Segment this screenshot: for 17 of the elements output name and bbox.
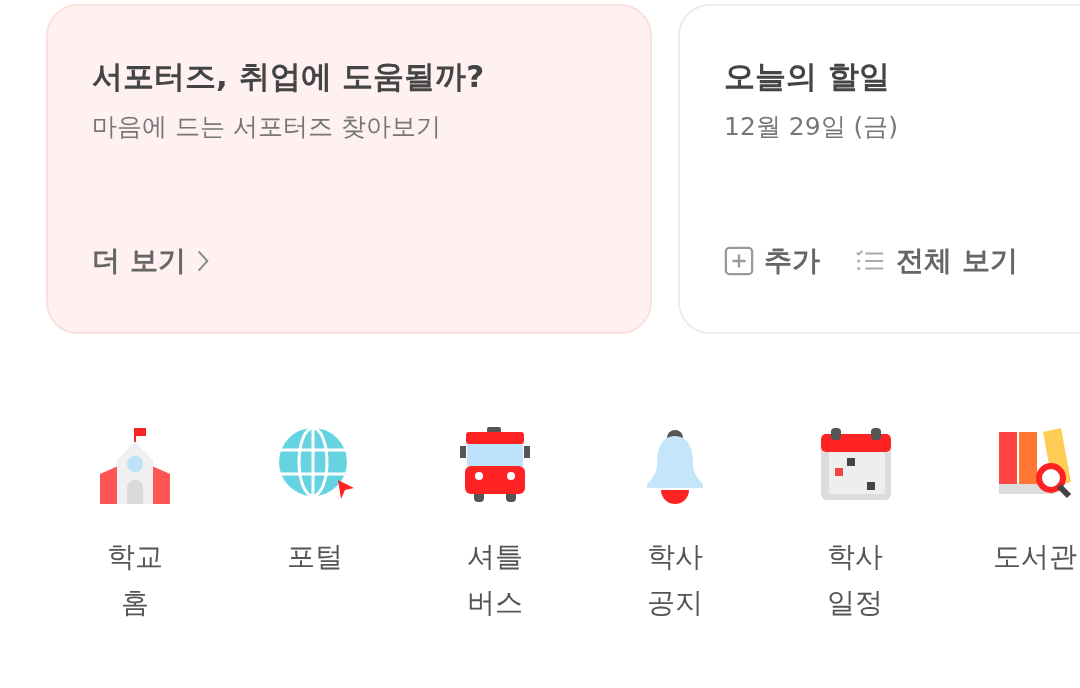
- card-title: 오늘의 할일: [724, 57, 891, 96]
- more-link[interactable]: 더 보기: [92, 242, 210, 280]
- shortcut-label[interactable]: 포털: [287, 534, 343, 580]
- card-subtitle: 12월 29일 (금): [724, 111, 900, 143]
- card-background[interactable]: 오늘의 할일 12월 29일 (금) 추가 전체 보기: [678, 4, 1080, 334]
- shortcut-label[interactable]: 학사 공지: [647, 534, 703, 626]
- card-title: 서포터즈, 취업에 도움될까?: [92, 57, 486, 96]
- card-background[interactable]: 서포터즈, 취업에 도움될까? 마음에 드는 서포터즈 찾아보기 더 보기: [46, 4, 652, 334]
- card-subtitle: 마음에 드는 서포터즈 찾아보기: [92, 111, 442, 143]
- shortcut-label[interactable]: 도서관: [993, 534, 1077, 580]
- view-all-button[interactable]: 전체 보기: [854, 242, 1018, 280]
- shortcut-label[interactable]: 학교 홈: [107, 534, 163, 626]
- shortcut-label[interactable]: 셔틀 버스: [467, 534, 523, 626]
- add-button[interactable]: 추가: [724, 242, 820, 280]
- shortcut-label[interactable]: 학사 일정: [827, 534, 883, 626]
- chevron-right-icon: [195, 248, 210, 274]
- plus-icon: [724, 246, 754, 276]
